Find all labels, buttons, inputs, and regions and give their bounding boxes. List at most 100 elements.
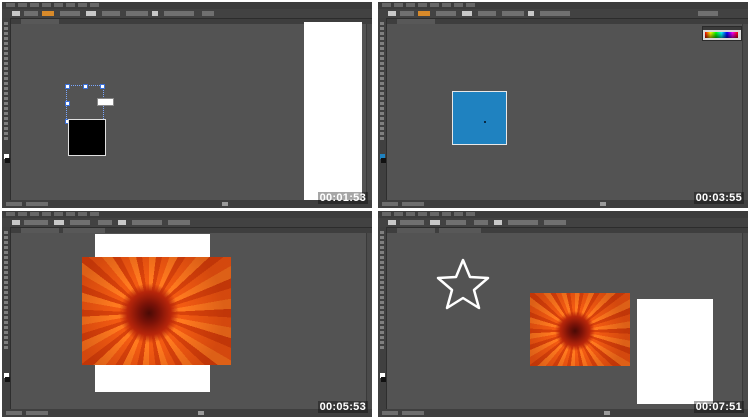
selection-handle[interactable] xyxy=(65,101,70,106)
tool xyxy=(380,236,384,239)
menu-item xyxy=(66,212,75,216)
selection-handle[interactable] xyxy=(100,84,105,89)
vertical-scrollbar[interactable] xyxy=(742,233,748,409)
document-tab-bar[interactable] xyxy=(11,228,372,233)
tool xyxy=(380,306,384,309)
document-tab[interactable] xyxy=(21,19,59,24)
tool xyxy=(4,256,8,259)
document-tab[interactable] xyxy=(397,19,435,24)
ctrl-bit xyxy=(388,11,396,16)
horizontal-scroll-thumb[interactable] xyxy=(222,202,228,206)
control-bar[interactable] xyxy=(2,218,372,228)
menu-item[interactable] xyxy=(54,3,63,7)
menu-item xyxy=(382,212,391,216)
menu-bar[interactable] xyxy=(2,211,372,218)
tools-panel[interactable] xyxy=(2,18,11,200)
vertical-scrollbar[interactable] xyxy=(366,233,372,409)
tool xyxy=(4,127,8,130)
placed-flower-image[interactable] xyxy=(530,293,630,366)
stroke-swatch[interactable] xyxy=(381,158,386,163)
control-bar[interactable] xyxy=(378,9,748,19)
stroke-swatch[interactable] xyxy=(5,377,10,382)
document-tab[interactable] xyxy=(63,228,105,233)
status-bar xyxy=(2,409,372,417)
color-panel-header xyxy=(703,27,741,30)
tool xyxy=(380,316,384,319)
selection-handle[interactable] xyxy=(65,84,70,89)
tool xyxy=(4,326,8,329)
document-tab[interactable] xyxy=(397,228,435,233)
tool xyxy=(380,117,384,120)
tool xyxy=(4,261,8,264)
artboard[interactable] xyxy=(304,22,362,202)
color-panel[interactable] xyxy=(702,26,742,41)
ctrl-bit xyxy=(168,220,190,225)
spectrum-shade xyxy=(705,32,738,38)
stroke-swatch[interactable] xyxy=(5,158,10,163)
menu-item xyxy=(394,3,403,7)
menu-item[interactable] xyxy=(78,3,87,7)
selection-handle[interactable] xyxy=(83,84,88,89)
ctrl-bit xyxy=(102,11,120,16)
menu-item xyxy=(394,212,403,216)
menu-item xyxy=(54,212,63,216)
ctrl-bit xyxy=(400,11,414,16)
tools-panel[interactable] xyxy=(2,227,11,409)
artboard[interactable] xyxy=(637,299,713,404)
menu-item[interactable] xyxy=(42,3,51,7)
menu-item xyxy=(406,3,415,7)
video-timestamp: 00:01:53 xyxy=(317,192,368,204)
video-timestamp: 00:03:55 xyxy=(693,192,744,204)
tool xyxy=(4,62,8,65)
ctrl-bit xyxy=(462,11,472,16)
menu-item xyxy=(454,3,463,7)
document-tab-bar[interactable] xyxy=(387,19,748,24)
menu-item[interactable] xyxy=(90,3,99,7)
document-tab[interactable] xyxy=(439,228,481,233)
tool xyxy=(380,311,384,314)
menu-item[interactable] xyxy=(30,3,39,7)
document-tab[interactable] xyxy=(21,228,59,233)
tool xyxy=(380,346,384,349)
tools-panel[interactable] xyxy=(378,227,387,409)
control-bar[interactable] xyxy=(378,218,748,228)
panel-dock[interactable] xyxy=(742,24,748,200)
stroke-swatch[interactable] xyxy=(381,377,386,382)
vertical-scrollbar[interactable] xyxy=(366,24,372,200)
horizontal-scroll-thumb[interactable] xyxy=(198,411,204,415)
black-rectangle[interactable] xyxy=(68,119,106,156)
video-frame-1: 00:01:53 xyxy=(2,2,372,208)
tools-panel[interactable] xyxy=(378,18,387,200)
control-bar[interactable] xyxy=(2,9,372,19)
star-outline[interactable] xyxy=(436,258,490,310)
menu-bar[interactable] xyxy=(378,211,748,218)
tool xyxy=(4,301,8,304)
menu-item[interactable] xyxy=(6,3,15,7)
menu-bar[interactable] xyxy=(2,2,372,9)
tool xyxy=(380,296,384,299)
tool xyxy=(380,67,384,70)
star-shape[interactable] xyxy=(434,257,492,311)
ctrl-bit xyxy=(86,11,96,16)
tool xyxy=(380,127,384,130)
tool xyxy=(380,336,384,339)
status-bit xyxy=(402,411,424,415)
ctrl-bit xyxy=(60,11,80,16)
horizontal-scroll-thumb[interactable] xyxy=(600,202,606,206)
menu-item[interactable] xyxy=(66,3,75,7)
menu-item[interactable] xyxy=(18,3,27,7)
ctrl-bit xyxy=(70,220,90,225)
ctrl-bit xyxy=(164,11,194,16)
document-tab-bar[interactable] xyxy=(387,228,748,233)
blue-square[interactable] xyxy=(452,91,507,145)
tool xyxy=(4,276,8,279)
tool xyxy=(4,266,8,269)
menu-bar[interactable] xyxy=(378,2,748,9)
menu-item xyxy=(30,212,39,216)
horizontal-scroll-thumb[interactable] xyxy=(604,411,610,415)
ctrl-bit xyxy=(98,220,112,225)
tool xyxy=(4,336,8,339)
ctrl-bit xyxy=(478,11,496,16)
ctrl-bit xyxy=(418,11,430,16)
placed-flower-image[interactable] xyxy=(82,257,231,365)
